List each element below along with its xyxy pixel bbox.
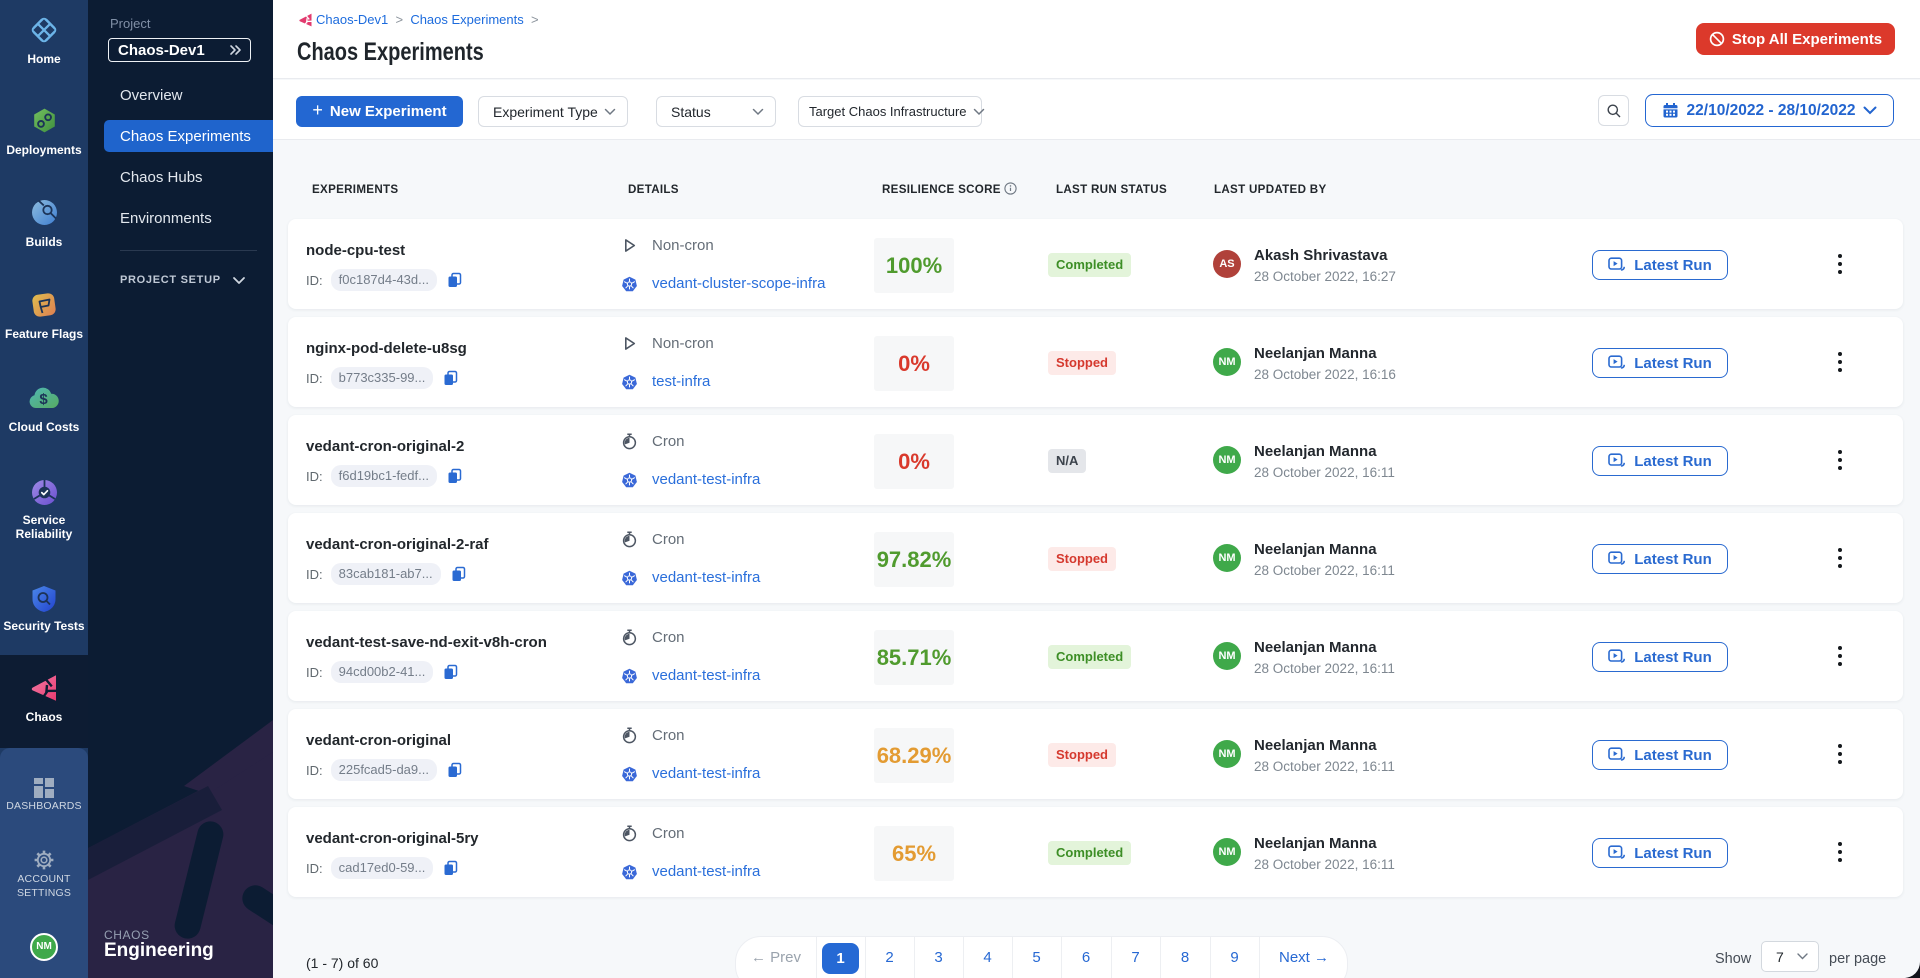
svg-text:$: $: [39, 391, 48, 408]
